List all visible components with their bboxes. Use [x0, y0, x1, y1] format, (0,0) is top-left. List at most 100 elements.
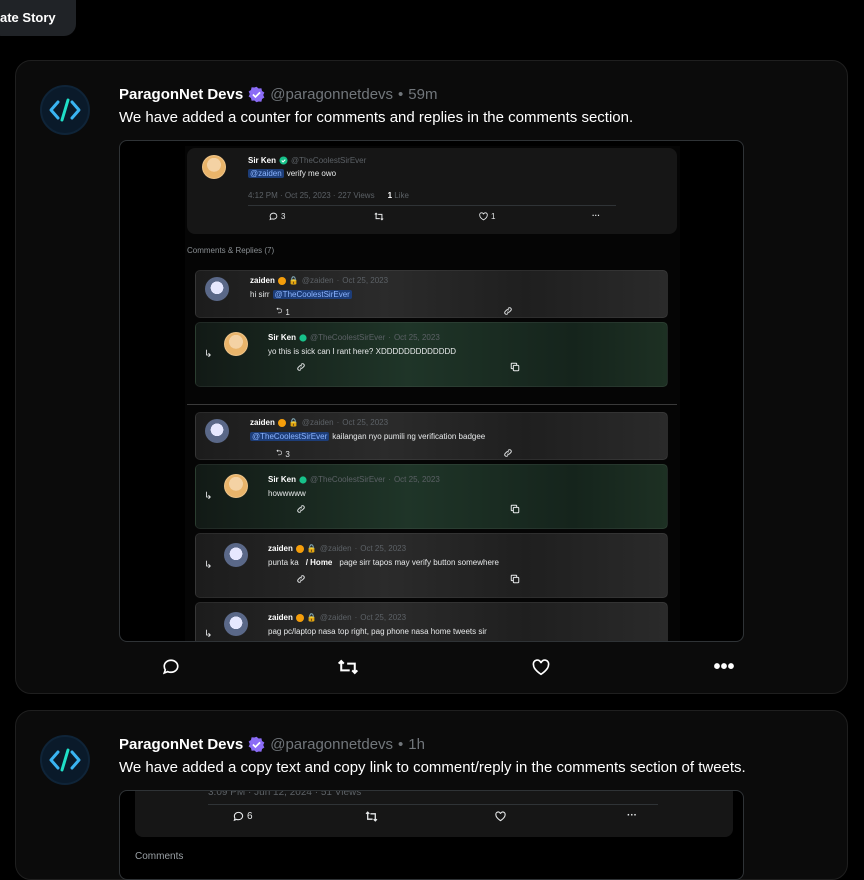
reply-header: Sir Ken @TheCoolestSirEver · Oct 25, 202…: [268, 333, 440, 342]
verified-badge-icon: [248, 86, 265, 103]
verified-badge-icon: [279, 156, 288, 165]
comment-button[interactable]: [159, 655, 183, 679]
tweet-body: @zaiden verify me owo: [248, 169, 336, 178]
separator-dot: •: [398, 736, 404, 753]
mention: @zaiden: [248, 169, 284, 178]
code-logo-icon: [49, 748, 81, 772]
comment: zaiden 🔒 @zaiden · Oct 25, 2023 @TheCool…: [195, 412, 668, 460]
reply-text: yo this is sick can I rant here? XDDDDDD…: [268, 347, 457, 356]
thread-divider: [187, 404, 677, 405]
reply: ↳ Sir Ken @TheCoolestSirEver · Oct 25, 2…: [195, 464, 668, 529]
heart-icon: [495, 811, 506, 822]
author-name[interactable]: ParagonNet Devs: [119, 736, 243, 753]
author-name: Sir Ken: [268, 333, 297, 342]
post-actions: •••: [159, 655, 735, 679]
reply-arrow-icon: ↳: [204, 629, 213, 640]
reply-text: pag pc/laptop nasa top right, pag phone …: [268, 627, 487, 636]
reply-button[interactable]: 6: [233, 811, 253, 822]
post-time: 1h: [408, 736, 425, 753]
tweet-header: Sir Ken @TheCoolestSirEver: [248, 156, 366, 165]
author-handle[interactable]: @paragonnetdevs: [270, 736, 393, 753]
reply-button[interactable]: 3: [269, 212, 285, 221]
link-icon[interactable]: [503, 306, 513, 316]
likes-count: 1 Like: [387, 191, 409, 200]
like-button[interactable]: 1: [479, 212, 495, 221]
more-icon[interactable]: ···: [592, 211, 600, 220]
avatar: [205, 419, 229, 443]
author-handle: @zaiden: [319, 544, 352, 553]
author-handle: @zaiden: [301, 276, 334, 285]
post-image[interactable]: Sir Ken @TheCoolestSirEver @zaiden verif…: [119, 140, 744, 642]
author-name: Sir Ken: [268, 475, 297, 484]
like-button[interactable]: [495, 811, 506, 822]
author-name: zaiden: [250, 276, 275, 285]
link-icon[interactable]: [296, 504, 306, 514]
author-name: Sir Ken: [248, 156, 277, 165]
lock-icon: 🔒: [288, 276, 299, 285]
author-avatar[interactable]: [40, 735, 90, 785]
reply-date: Oct 25, 2023: [393, 333, 440, 342]
post-text: We have added a copy text and copy link …: [119, 759, 746, 776]
reply-count: 6: [247, 811, 253, 822]
tweet-meta-text: 4:12 PM · Oct 25, 2023 · 227 Views: [248, 191, 375, 200]
verified-badge-icon: [295, 613, 304, 622]
reply-count: 3: [281, 212, 286, 221]
post-header: ParagonNet Devs @paragonnetdevs • 1h: [119, 736, 425, 753]
author-name[interactable]: ParagonNet Devs: [119, 86, 243, 103]
link-icon[interactable]: [296, 362, 306, 372]
comment-header: zaiden 🔒 @zaiden · Oct 25, 2023: [250, 418, 389, 427]
tweet-text: verify me owo: [286, 169, 337, 178]
post-card: ParagonNet Devs @paragonnetdevs • 1h We …: [15, 710, 848, 880]
copy-icon[interactable]: [510, 362, 520, 372]
comment: zaiden 🔒 @zaiden · Oct 25, 2023 hi sirr …: [195, 270, 668, 318]
like-count: 1: [491, 212, 496, 221]
more-icon[interactable]: •••: [712, 655, 736, 679]
divider: [248, 205, 616, 206]
post-time: 59m: [408, 86, 438, 103]
tweet-meta: 4:12 PM · Oct 25, 2023 · 227 Views 1 Lik…: [248, 191, 409, 200]
retweet-button[interactable]: [336, 655, 360, 679]
retweet-button[interactable]: [365, 811, 378, 822]
post-image[interactable]: 3:09 PM · Jun 12, 2024 · 51 Views 6 ··· …: [119, 790, 744, 880]
retweet-button[interactable]: [374, 212, 384, 221]
create-story-button[interactable]: ate Story: [0, 0, 76, 36]
author-name: zaiden: [268, 544, 293, 553]
verified-badge-icon: [299, 333, 307, 342]
comment-date: Oct 25, 2023: [342, 418, 389, 427]
replies-count: 1: [285, 307, 290, 317]
reply-header: zaiden 🔒 @zaiden · Oct 25, 2023: [268, 544, 407, 553]
author-avatar[interactable]: [40, 85, 90, 135]
author-handle: @TheCoolestSirEver: [310, 475, 386, 484]
link-icon[interactable]: [503, 448, 513, 458]
home-chip: / Home: [305, 558, 333, 567]
author-name: zaiden: [250, 418, 275, 427]
author-handle: @zaiden: [319, 613, 352, 622]
reply-header: Sir Ken @TheCoolestSirEver · Oct 25, 202…: [268, 475, 440, 484]
more-icon[interactable]: ···: [627, 810, 637, 821]
verified-badge-icon: [277, 418, 286, 427]
copy-icon[interactable]: [510, 574, 520, 584]
link-icon[interactable]: [296, 574, 306, 584]
replies-button[interactable]: ⮌ 3: [276, 447, 290, 459]
lock-icon: 🔒: [288, 418, 299, 427]
retweet-icon: [337, 659, 359, 675]
comment-icon: [162, 659, 179, 675]
reply-arrow-icon: ↳: [204, 491, 213, 502]
author-handle: @TheCoolestSirEver: [291, 156, 367, 165]
mention: @TheCoolestSirEver: [250, 432, 330, 441]
author-handle[interactable]: @paragonnetdevs: [270, 86, 393, 103]
author-handle: @TheCoolestSirEver: [310, 333, 386, 342]
embedded-tweet: Sir Ken @TheCoolestSirEver @zaiden verif…: [187, 148, 677, 234]
reply-arrow-icon: ⮌: [276, 448, 283, 457]
avatar: [202, 155, 226, 179]
copy-icon[interactable]: [510, 504, 520, 514]
code-logo-icon: [49, 98, 81, 122]
like-button[interactable]: [529, 655, 553, 679]
reply-arrow-icon: ⮌: [276, 306, 283, 315]
replies-button[interactable]: ⮌ 1: [276, 305, 290, 317]
avatar: [205, 277, 229, 301]
comment-body: hi sirr @TheCoolestSirEver: [250, 290, 352, 299]
post-text: We have added a counter for comments and…: [119, 109, 634, 126]
retweet-icon: [374, 212, 384, 221]
reply-text: punta ka / Home page sirr tapos may veri…: [268, 558, 500, 567]
